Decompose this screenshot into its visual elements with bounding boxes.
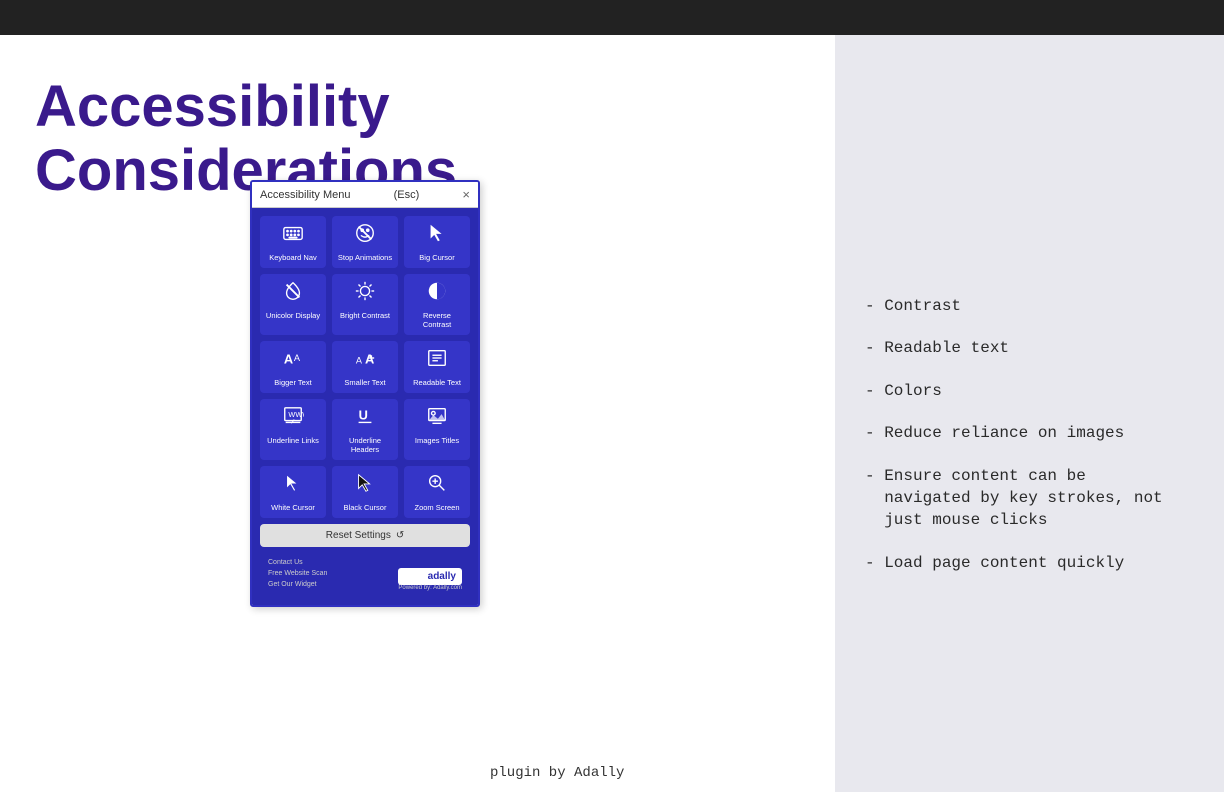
underline-links-label: Underline Links [267,436,319,445]
widget-item-images-titles[interactable]: Images Titles [404,399,470,460]
powered-by-text: Powered by: Adally.com [398,585,462,591]
reverse-contrast-icon [426,280,448,308]
white-cursor-label: White Cursor [271,503,315,512]
svg-text:A: A [365,352,374,367]
bullet-load-quickly: - Load page content quickly [865,552,1194,574]
accessibility-bullets: - Contrast - Readable text - Colors - Re… [865,295,1194,574]
smaller-text-label: Smaller Text [344,378,385,387]
accessibility-widget: Accessibility Menu (Esc) × [250,180,480,607]
widget-item-bigger-text[interactable]: A A Bigger Text [260,341,326,393]
bigger-text-label: Bigger Text [274,378,311,387]
readable-text-label: Readable Text [413,378,461,387]
widget-item-stop-animations[interactable]: Stop Animations [332,216,398,268]
widget-item-big-cursor[interactable]: Big Cursor [404,216,470,268]
leopard-pattern-bar [0,0,1224,35]
widget-item-readable-text[interactable]: Readable Text [404,341,470,393]
reset-settings-label: Reset Settings [326,530,391,541]
unicolor-icon [282,280,304,308]
bullet-readable-text: - Readable text [865,337,1194,359]
widget-esc-hint: (Esc) [394,189,420,201]
big-cursor-icon [426,222,448,250]
svg-text:U: U [359,408,368,423]
widget-body: Keyboard Nav [252,208,478,605]
white-cursor-icon [282,472,304,500]
svg-text:A: A [284,352,293,367]
stop-animations-icon [354,222,376,250]
footer-contact-link[interactable]: Contact Us [268,557,327,568]
svg-text:A: A [356,356,363,366]
keyboard-nav-icon [282,222,304,250]
widget-item-underline-links[interactable]: WWW Underline Links [260,399,326,460]
widget-close-button[interactable]: × [462,187,470,202]
widget-item-reverse-contrast[interactable]: Reverse Contrast [404,274,470,335]
reverse-contrast-label: Reverse Contrast [408,311,466,329]
widget-item-keyboard-nav[interactable]: Keyboard Nav [260,216,326,268]
widget-grid: Keyboard Nav [260,216,470,518]
widget-item-underline-headers[interactable]: U Underline Headers [332,399,398,460]
widget-item-zoom-screen[interactable]: Zoom Screen [404,466,470,518]
adally-logo: adally [398,568,462,585]
zoom-screen-label: Zoom Screen [414,503,459,512]
widget-titlebar: Accessibility Menu (Esc) × [252,182,478,208]
reset-icon: ↺ [396,530,404,541]
bright-contrast-label: Bright Contrast [340,311,390,320]
black-cursor-label: Black Cursor [344,503,387,512]
underline-links-icon: WWW [282,405,304,433]
unicolor-label: Unicolor Display [266,311,320,320]
footer-scan-link[interactable]: Free Website Scan [268,568,327,579]
bullet-colors: - Colors [865,380,1194,402]
plugin-label: plugin by Adally [490,765,624,781]
zoom-screen-icon [426,472,448,500]
footer-widget-link[interactable]: Get Our Widget [268,579,327,590]
bigger-text-icon: A A [282,347,304,375]
svg-text:A: A [294,353,301,363]
widget-item-unicolor[interactable]: Unicolor Display [260,274,326,335]
underline-headers-label: Underline Headers [336,436,394,454]
widget-title: Accessibility Menu [260,189,350,201]
svg-text:WWW: WWW [288,410,304,419]
left-panel: Accessibility Considerations Accessibili… [0,35,835,792]
widget-window: Accessibility Menu (Esc) × [250,180,480,607]
widget-item-white-cursor[interactable]: White Cursor [260,466,326,518]
readable-text-icon [426,347,448,375]
images-titles-label: Images Titles [415,436,459,445]
underline-headers-icon: U [354,405,376,433]
black-cursor-icon [354,472,376,500]
widget-footer-links: Contact Us Free Website Scan Get Our Wid… [268,557,327,591]
stop-animations-label: Stop Animations [338,253,392,262]
widget-footer: Contact Us Free Website Scan Get Our Wid… [260,553,470,597]
images-titles-icon [426,405,448,433]
smaller-text-icon: A A [354,347,376,375]
widget-item-smaller-text[interactable]: A A Smaller Text [332,341,398,393]
right-panel: - Contrast - Readable text - Colors - Re… [835,35,1224,792]
bullet-reduce-images: - Reduce reliance on images [865,422,1194,444]
big-cursor-label: Big Cursor [419,253,454,262]
widget-item-black-cursor[interactable]: Black Cursor [332,466,398,518]
widget-item-bright-contrast[interactable]: Bright Contrast [332,274,398,335]
reset-settings-button[interactable]: Reset Settings ↺ [260,524,470,547]
bullet-key-navigation: - Ensure content can be navigated by key… [865,465,1194,532]
keyboard-nav-label: Keyboard Nav [269,253,317,262]
bullet-contrast: - Contrast [865,295,1194,317]
bright-contrast-icon [354,280,376,308]
